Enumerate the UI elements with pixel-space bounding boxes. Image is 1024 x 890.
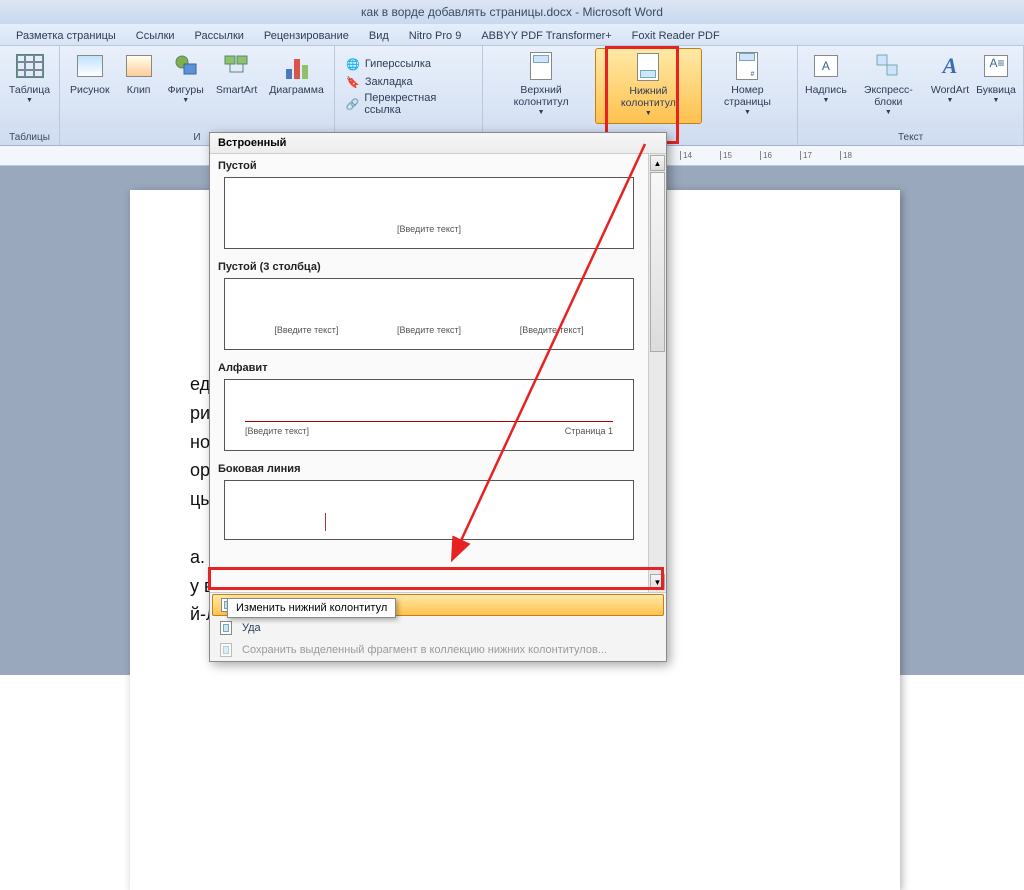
textbox-button[interactable]: AНадпись▼ xyxy=(802,48,850,124)
shapes-icon xyxy=(170,50,202,82)
gallery-item-alphabet-title: Алфавит xyxy=(210,356,648,377)
bookmark-button[interactable]: 🔖Закладка xyxy=(343,73,474,91)
footer-icon xyxy=(632,51,664,83)
smartart-icon xyxy=(221,50,253,82)
clip-button[interactable]: Клип xyxy=(116,48,162,124)
remove-icon xyxy=(218,620,234,636)
header-button[interactable]: Верхний колонтитул▼ xyxy=(487,48,595,124)
table-button[interactable]: Таблица ▼ xyxy=(4,48,55,124)
tab-mailings[interactable]: Рассылки xyxy=(185,27,254,45)
textbox-icon: A xyxy=(810,50,842,82)
save-selection-command: Сохранить выделенный фрагмент в коллекци… xyxy=(210,639,666,661)
dropcap-icon: A≡ xyxy=(980,50,1012,82)
tab-references[interactable]: Ссылки xyxy=(126,27,185,45)
crossref-button[interactable]: 🔗Перекрестная ссылка xyxy=(343,91,474,117)
group-illustrations: Рисунок Клип Фигуры▼ SmartArt Диаграмма … xyxy=(60,46,335,145)
gallery-scrollbar[interactable]: ▲ ▼ xyxy=(648,154,666,592)
footer-button[interactable]: Нижний колонтитул▼ xyxy=(595,48,702,124)
tab-foxit[interactable]: Foxit Reader PDF xyxy=(622,27,730,45)
header-icon xyxy=(525,50,557,82)
table-icon xyxy=(14,50,46,82)
save-icon xyxy=(218,642,234,658)
chevron-down-icon: ▼ xyxy=(26,97,33,104)
gallery-item-blank3[interactable]: [Введите текст] [Введите текст] [Введите… xyxy=(224,278,634,350)
picture-button[interactable]: Рисунок xyxy=(64,48,116,124)
ribbon: Таблица ▼ Таблицы Рисунок Клип Фигуры▼ S… xyxy=(0,46,1024,146)
gallery-item-sideline-title: Боковая линия xyxy=(210,457,648,478)
gallery-item-alphabet[interactable]: [Введите текст] Страница 1 xyxy=(224,379,634,451)
group-label-tables: Таблицы xyxy=(4,132,55,145)
title-bar: как в ворде добавлять страницы.docx - Mi… xyxy=(0,0,1024,24)
pagenumber-button[interactable]: #Номер страницы▼ xyxy=(702,48,793,124)
picture-icon xyxy=(74,50,106,82)
tab-view[interactable]: Вид xyxy=(359,27,399,45)
scroll-down-button[interactable]: ▼ xyxy=(650,574,665,590)
chart-icon xyxy=(281,50,313,82)
tooltip: Изменить нижний колонтитул xyxy=(227,598,396,618)
hyperlink-button[interactable]: 🌐Гиперссылка xyxy=(343,55,474,73)
quickparts-icon xyxy=(872,50,904,82)
gallery-list: Пустой [Введите текст] Пустой (3 столбца… xyxy=(210,154,666,592)
dropcap-button[interactable]: A≡Буквица▼ xyxy=(973,48,1019,124)
gallery-section-builtin: Встроенный xyxy=(210,133,666,154)
group-links: 🌐Гиперссылка 🔖Закладка 🔗Перекрестная ссы… xyxy=(335,46,483,145)
tab-review[interactable]: Рецензирование xyxy=(254,27,359,45)
tab-abbyy[interactable]: ABBYY PDF Transformer+ xyxy=(471,27,621,45)
wordart-button[interactable]: AWordArt▼ xyxy=(927,48,973,124)
globe-icon: 🌐 xyxy=(345,56,361,72)
group-text: AНадпись▼ Экспресс-блоки▼ AWordArt▼ A≡Бу… xyxy=(798,46,1024,145)
tab-page-layout[interactable]: Разметка страницы xyxy=(6,27,126,45)
scroll-up-button[interactable]: ▲ xyxy=(650,155,665,171)
pagenumber-icon: # xyxy=(731,50,763,82)
gallery-item-blank3-title: Пустой (3 столбца) xyxy=(210,255,648,276)
group-header-footer: Верхний колонтитул▼ Нижний колонтитул▼ #… xyxy=(483,46,798,145)
scroll-thumb[interactable] xyxy=(650,172,665,352)
crossref-icon: 🔗 xyxy=(345,96,360,112)
tab-nitro[interactable]: Nitro Pro 9 xyxy=(399,27,472,45)
chart-button[interactable]: Диаграмма xyxy=(263,48,330,124)
remove-footer-command[interactable]: Уда xyxy=(210,617,666,639)
bookmark-icon: 🔖 xyxy=(345,74,361,90)
wordart-icon: A xyxy=(934,50,966,82)
clip-icon xyxy=(123,50,155,82)
shapes-button[interactable]: Фигуры▼ xyxy=(162,48,210,124)
ribbon-tabs: Разметка страницы Ссылки Рассылки Реценз… xyxy=(0,24,1024,46)
gallery-item-blank-title: Пустой xyxy=(210,154,648,175)
group-tables: Таблица ▼ Таблицы xyxy=(0,46,60,145)
footer-gallery: Встроенный Пустой [Введите текст] Пустой… xyxy=(209,132,667,662)
gallery-item-blank[interactable]: [Введите текст] xyxy=(224,177,634,249)
gallery-item-sideline[interactable] xyxy=(224,480,634,540)
smartart-button[interactable]: SmartArt xyxy=(210,48,263,124)
quickparts-button[interactable]: Экспресс-блоки▼ xyxy=(850,48,927,124)
document-title: как в ворде добавлять страницы.docx - Mi… xyxy=(361,5,663,19)
group-label-text: Текст xyxy=(802,132,1019,145)
